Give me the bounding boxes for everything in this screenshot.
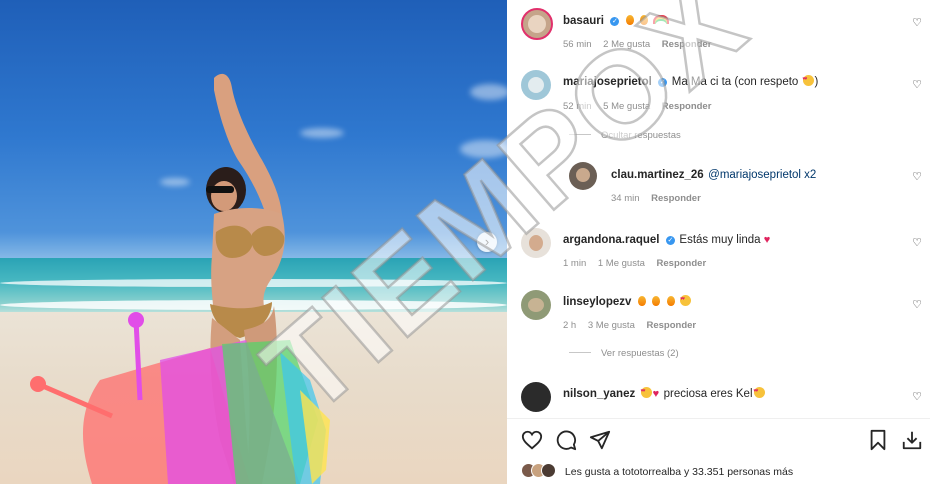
- comment-meta: 56 min 2 Me gusta Responder: [563, 39, 720, 50]
- heart-eyes-emoji: [680, 295, 692, 306]
- comment-like-heart-icon[interactable]: ♡: [912, 16, 922, 29]
- comment-meta: 52 min 5 Me gusta Responder: [563, 101, 720, 112]
- bookmark-icon[interactable]: [867, 429, 889, 451]
- comment-likes[interactable]: 2 Me gusta: [603, 39, 650, 50]
- avatar[interactable]: [521, 70, 551, 100]
- divider: [569, 134, 591, 135]
- download-icon[interactable]: [901, 429, 923, 451]
- hide-replies-toggle[interactable]: Ocultar respuestas: [569, 130, 681, 141]
- reply-mention[interactable]: @mariajoseprietol x2: [708, 169, 816, 181]
- heart-eyes-emoji: [802, 75, 814, 86]
- avatar[interactable]: [521, 228, 551, 258]
- comment-username[interactable]: basauri: [563, 15, 604, 27]
- reply-username[interactable]: clau.martinez_26: [611, 169, 704, 181]
- flame-emoji: [666, 296, 675, 306]
- comment-likes[interactable]: 1 Me gusta: [598, 258, 645, 269]
- share-icon[interactable]: [589, 429, 611, 451]
- flame-emoji: [625, 15, 634, 25]
- comment-like-heart-icon[interactable]: ♡: [912, 298, 922, 311]
- comment-username[interactable]: mariajoseprietol: [563, 76, 652, 88]
- reply-meta: 34 min Responder: [611, 193, 710, 204]
- comment-like-heart-icon[interactable]: ♡: [912, 170, 922, 183]
- next-arrow-icon[interactable]: ›: [477, 232, 497, 252]
- avatar[interactable]: [569, 162, 597, 190]
- tiempox-logo: [30, 312, 330, 484]
- post-photo[interactable]: ›: [0, 0, 507, 484]
- comment-text: Ma Ma ci ta (con respeto: [671, 76, 802, 88]
- comment-username[interactable]: argandona.raquel: [563, 234, 660, 246]
- comment-time: 1 min: [563, 258, 587, 269]
- verified-badge-icon: ✓: [658, 78, 668, 87]
- divider: [569, 352, 591, 353]
- heart-icon[interactable]: [521, 429, 543, 451]
- verified-badge-icon: ✓: [665, 236, 675, 245]
- comment-likes[interactable]: 3 Me gusta: [588, 320, 635, 331]
- reply-button[interactable]: Responder: [662, 39, 712, 50]
- comment-icon[interactable]: [555, 429, 577, 451]
- view-replies-toggle[interactable]: Ver respuestas (2): [569, 348, 679, 359]
- post-action-bar: Les gusta a tototorrealba y 33.351 perso…: [507, 418, 930, 485]
- flame-emoji: [637, 296, 646, 306]
- heart-eyes-emoji: [640, 387, 652, 398]
- flame-emoji: [640, 15, 649, 25]
- red-heart-emoji: ♥: [652, 388, 660, 400]
- comment-likes[interactable]: 5 Me gusta: [603, 101, 650, 112]
- likes-text: Les gusta a tototorrealba y 33.351 perso…: [564, 466, 794, 478]
- comment-like-heart-icon[interactable]: ♡: [912, 78, 922, 91]
- comment-text: preciosa eres Kel: [663, 388, 753, 400]
- comment-meta: 2 h 3 Me gusta Responder: [563, 320, 705, 331]
- comment-username[interactable]: nilson_yanez: [563, 388, 635, 400]
- toggle-label: Ocultar respuestas: [601, 130, 681, 141]
- comment-like-heart-icon[interactable]: ♡: [912, 390, 922, 403]
- comment-meta: 1 min 1 Me gusta Responder: [563, 258, 715, 269]
- reply-button[interactable]: Responder: [647, 320, 697, 331]
- comment-time: 56 min: [563, 39, 592, 50]
- red-heart-emoji: ♥: [763, 234, 771, 246]
- comment-time: 52 min: [563, 101, 592, 112]
- reply-button[interactable]: Responder: [651, 193, 701, 204]
- liker-avatar: [541, 463, 556, 478]
- avatar[interactable]: [521, 8, 553, 40]
- reply-button[interactable]: Responder: [662, 101, 712, 112]
- verified-badge-icon: ✓: [610, 17, 620, 26]
- comment-text: Estás muy linda: [679, 234, 764, 246]
- reply-time: 34 min: [611, 193, 640, 204]
- rainbow-emoji: [652, 15, 669, 24]
- comment-like-heart-icon[interactable]: ♡: [912, 236, 922, 249]
- comment-time: 2 h: [563, 320, 577, 331]
- flame-emoji: [652, 296, 661, 306]
- reply-button[interactable]: Responder: [657, 258, 707, 269]
- likes-summary[interactable]: Les gusta a tototorrealba y 33.351 perso…: [521, 463, 793, 478]
- toggle-label: Ver respuestas (2): [601, 348, 679, 359]
- comment-text-end: ): [814, 76, 819, 88]
- avatar[interactable]: [521, 290, 551, 320]
- heart-eyes-emoji: [753, 387, 765, 398]
- comments-panel: basauri ✓ 56 min 2 Me gusta Responder ♡ …: [507, 0, 930, 484]
- avatar[interactable]: [521, 382, 551, 412]
- comment-username[interactable]: linseylopezv: [563, 296, 631, 308]
